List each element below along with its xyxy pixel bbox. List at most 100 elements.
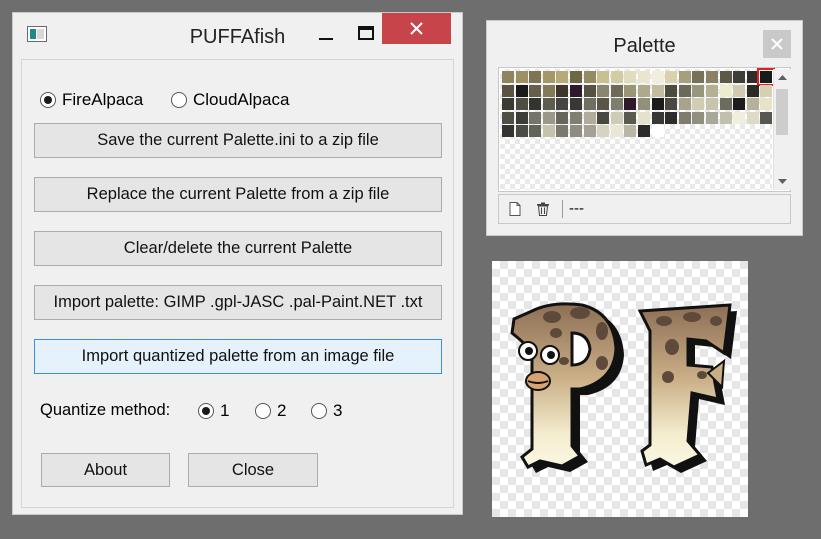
palette-swatch[interactable] — [692, 98, 705, 111]
palette-swatch[interactable] — [757, 68, 776, 86]
palette-swatch[interactable] — [624, 84, 637, 97]
scrollbar-thumb[interactable] — [776, 89, 788, 135]
palette-swatch[interactable] — [706, 71, 718, 83]
palette-swatch[interactable] — [733, 98, 746, 111]
palette-swatch[interactable] — [678, 98, 691, 111]
palette-swatch[interactable] — [638, 111, 650, 124]
palette-swatch[interactable] — [542, 71, 555, 83]
radio-quantize-2[interactable]: 2 — [255, 401, 286, 421]
palette-swatch[interactable] — [692, 84, 705, 97]
radio-firealpaca[interactable]: FireAlpaca — [40, 90, 143, 110]
radio-firealpaca-indicator[interactable] — [40, 92, 56, 108]
palette-swatch[interactable] — [583, 98, 596, 111]
palette-swatch[interactable] — [529, 71, 542, 83]
save-palette-zip-button[interactable]: Save the current Palette.ini to a zip fi… — [34, 123, 442, 158]
minimize-icon[interactable] — [313, 21, 339, 47]
palette-swatch[interactable] — [665, 111, 678, 124]
palette-swatch[interactable] — [556, 71, 569, 83]
palette-swatch[interactable] — [610, 98, 623, 111]
palette-swatch[interactable] — [515, 125, 528, 138]
palette-swatch[interactable] — [719, 84, 732, 97]
palette-swatch[interactable] — [610, 111, 623, 124]
radio-quantize-3-indicator[interactable] — [311, 403, 327, 419]
palette-swatch[interactable] — [746, 111, 759, 124]
palette-swatch[interactable] — [638, 71, 650, 83]
palette-swatch[interactable] — [597, 71, 610, 83]
palette-swatch[interactable] — [665, 71, 678, 83]
palette-swatch[interactable] — [502, 71, 514, 83]
palette-swatch[interactable] — [719, 111, 732, 124]
scroll-up-icon[interactable] — [774, 69, 791, 86]
palette-swatch[interactable] — [651, 98, 664, 111]
radio-cloudalpaca[interactable]: CloudAlpaca — [171, 90, 289, 110]
palette-swatch[interactable] — [733, 71, 746, 83]
palette-swatch[interactable] — [651, 111, 664, 124]
palette-swatch[interactable] — [692, 111, 705, 124]
radio-cloudalpaca-indicator[interactable] — [171, 92, 187, 108]
palette-swatch[interactable] — [665, 84, 678, 97]
close-icon[interactable] — [382, 13, 451, 44]
palette-swatch[interactable] — [638, 84, 650, 97]
new-page-icon[interactable] — [507, 201, 523, 217]
palette-swatch[interactable] — [597, 98, 610, 111]
palette-swatch-grid[interactable] — [500, 68, 776, 190]
palette-swatch[interactable] — [515, 84, 528, 97]
palette-swatch[interactable] — [733, 84, 746, 97]
palette-swatch[interactable] — [610, 71, 623, 83]
radio-quantize-1-indicator[interactable] — [198, 403, 214, 419]
palette-swatch[interactable] — [624, 111, 637, 124]
palette-swatch[interactable] — [746, 71, 759, 83]
palette-swatch[interactable] — [760, 111, 773, 124]
palette-swatch[interactable] — [651, 84, 664, 97]
import-quantized-button[interactable]: Import quantized palette from an image f… — [34, 339, 442, 374]
scroll-down-icon[interactable] — [774, 173, 791, 190]
palette-swatch[interactable] — [706, 84, 718, 97]
palette-swatch[interactable] — [610, 84, 623, 97]
palette-swatch[interactable] — [570, 71, 582, 83]
palette-swatch[interactable] — [542, 111, 555, 124]
palette-swatch[interactable] — [719, 71, 732, 83]
palette-swatch[interactable] — [583, 125, 596, 138]
palette-swatch[interactable] — [570, 111, 582, 124]
replace-palette-zip-button[interactable]: Replace the current Palette from a zip f… — [34, 177, 442, 212]
maximize-icon[interactable] — [353, 21, 379, 47]
radio-quantize-1[interactable]: 1 — [198, 401, 229, 421]
palette-swatch[interactable] — [583, 71, 596, 83]
palette-swatch[interactable] — [597, 125, 610, 138]
palette-swatch[interactable] — [515, 71, 528, 83]
palette-scrollbar[interactable] — [773, 69, 791, 190]
palette-swatch[interactable] — [502, 125, 514, 138]
palette-swatch[interactable] — [583, 111, 596, 124]
palette-swatch[interactable] — [502, 111, 514, 124]
palette-swatch[interactable] — [556, 125, 569, 138]
palette-swatch[interactable] — [638, 98, 650, 111]
palette-swatch[interactable] — [529, 84, 542, 97]
palette-swatch[interactable] — [678, 84, 691, 97]
palette-swatch[interactable] — [529, 111, 542, 124]
palette-swatch[interactable] — [583, 84, 596, 97]
palette-swatch[interactable] — [651, 125, 664, 138]
palette-swatch[interactable] — [529, 98, 542, 111]
palette-swatch[interactable] — [760, 84, 773, 97]
palette-swatch[interactable] — [746, 98, 759, 111]
palette-swatch[interactable] — [719, 98, 732, 111]
palette-swatch[interactable] — [556, 111, 569, 124]
palette-swatch[interactable] — [760, 98, 773, 111]
palette-swatch[interactable] — [706, 111, 718, 124]
palette-swatch[interactable] — [570, 84, 582, 97]
import-palette-button[interactable]: Import palette: GIMP .gpl-JASC .pal-Pain… — [34, 285, 442, 320]
palette-swatch[interactable] — [515, 98, 528, 111]
palette-swatch[interactable] — [515, 111, 528, 124]
palette-swatch[interactable] — [706, 98, 718, 111]
palette-swatch[interactable] — [624, 125, 637, 138]
palette-swatch[interactable] — [542, 84, 555, 97]
palette-swatch[interactable] — [570, 125, 582, 138]
palette-swatch[interactable] — [597, 84, 610, 97]
palette-swatch[interactable] — [678, 111, 691, 124]
palette-swatch[interactable] — [733, 111, 746, 124]
palette-swatch[interactable] — [502, 84, 514, 97]
palette-swatch[interactable] — [624, 71, 637, 83]
palette-close-icon[interactable] — [763, 30, 791, 58]
palette-swatch[interactable] — [556, 98, 569, 111]
palette-swatch[interactable] — [556, 84, 569, 97]
